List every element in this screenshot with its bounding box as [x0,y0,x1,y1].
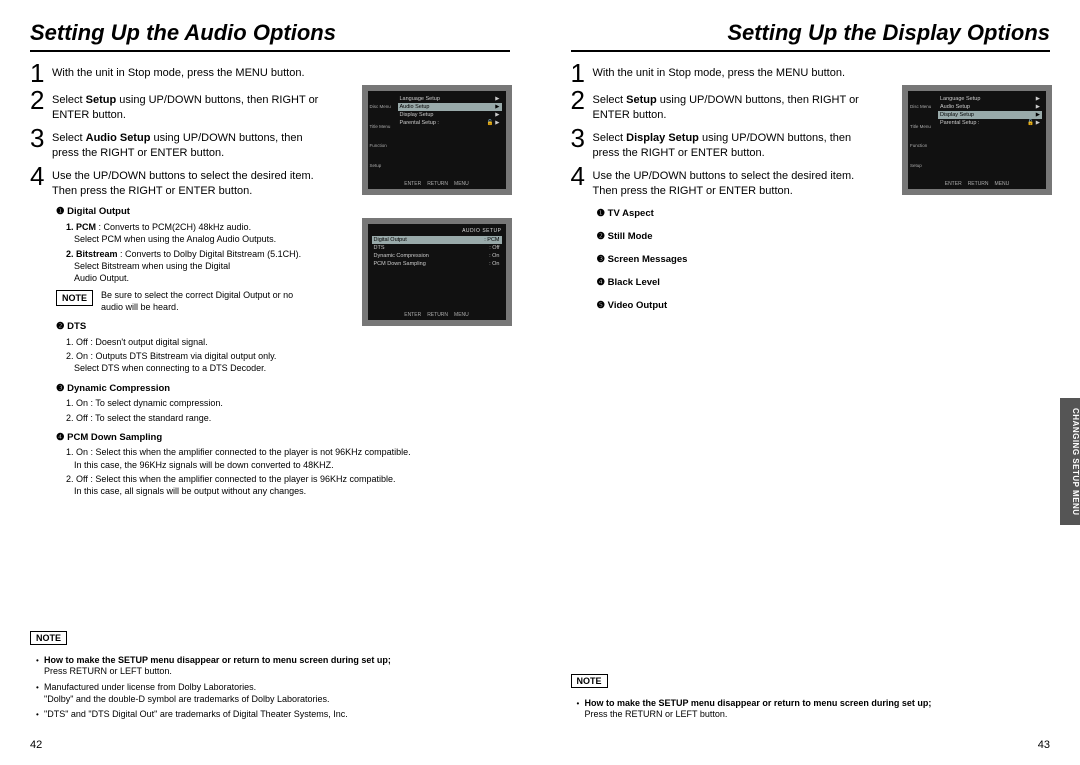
page-right: Setting Up the Display Options 1With the… [541,0,1080,765]
title-right: Setting Up the Display Options [571,20,1051,52]
page-left: Setting Up the Audio Options 1With the u… [0,0,540,765]
step-r2: Select Setup using UP/DOWN buttons, then… [593,91,873,123]
page-number-left: 42 [30,739,42,751]
note-label: NOTE [56,290,93,306]
step-4: Use the UP/DOWN buttons to select the de… [52,167,332,199]
step-1: With the unit in Stop mode, press the ME… [52,64,305,81]
osd-audio-setup: AUDIO SETUP Digital Output: PCM DTS: Off… [362,218,512,326]
step-3: Select Audio Setup using UP/DOWN buttons… [52,129,332,161]
osd-menu-display: Disc Menu Title Menu Function Setup Lang… [902,85,1052,195]
bottom-note-right: NOTE How to make the SETUP menu disappea… [571,674,1051,725]
osd-menu-setup: Disc Menu Title Menu Function Setup Lang… [362,85,512,195]
step-r1: With the unit in Stop mode, press the ME… [593,64,846,81]
page-number-right: 43 [1038,739,1050,751]
step-r3: Select Display Setup using UP/DOWN butto… [593,129,873,161]
step-r4: Use the UP/DOWN buttons to select the de… [593,167,873,199]
bottom-note-left: NOTE How to make the SETUP menu disappea… [30,631,510,725]
step-2: Select Setup using UP/DOWN buttons, then… [52,91,332,123]
display-options-list: ❶ TV Aspect ❷ Still Mode ❸ Screen Messag… [597,208,1051,311]
section-tab: CHANGING SETUP MENU [1060,398,1080,526]
title-left: Setting Up the Audio Options [30,20,510,52]
